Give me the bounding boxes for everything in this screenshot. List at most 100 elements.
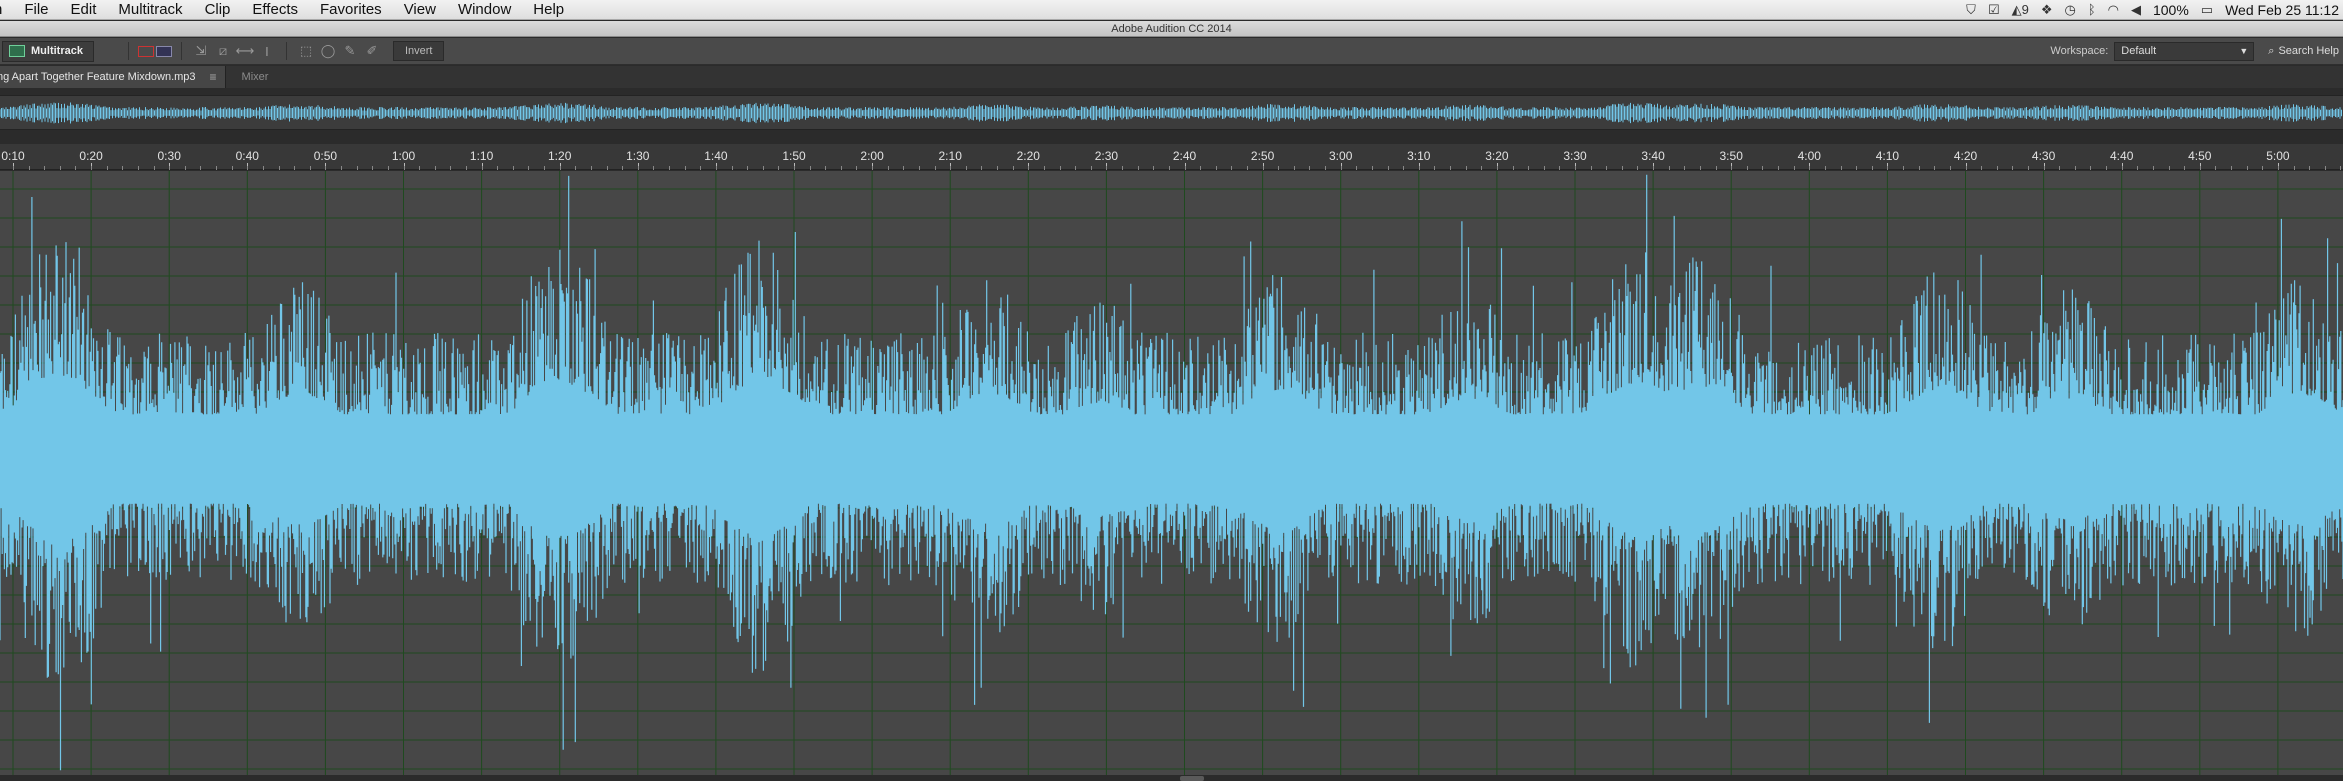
waveform-overview[interactable] <box>0 95 2343 130</box>
ruler-minor-tick <box>2137 166 2139 170</box>
slip-tool[interactable]: ⟷ <box>234 41 256 61</box>
tab-file[interactable]: ng Apart Together Feature Mixdown.mp3 ≡ <box>0 66 226 88</box>
multitrack-button[interactable]: Multitrack <box>2 40 94 62</box>
ruler-minor-tick <box>2309 166 2311 170</box>
ruler-minor-tick <box>1840 166 1842 170</box>
ruler-minor-tick <box>528 166 530 170</box>
ruler-minor-tick <box>1528 166 1530 170</box>
time-label: 2:50 <box>1250 149 1275 163</box>
ruler-minor-tick <box>512 166 514 170</box>
time-label: 2:20 <box>1016 149 1040 163</box>
ruler-minor-tick <box>1934 166 1936 170</box>
time-label: 0:50 <box>313 149 338 163</box>
ruler-minor-tick <box>950 166 952 170</box>
ruler-minor-tick <box>637 166 639 170</box>
time-label: 3:20 <box>1485 149 1509 163</box>
workspace-select[interactable]: Default ▼ <box>2114 41 2255 61</box>
ruler-minor-tick <box>1012 166 1014 170</box>
panel-menu-icon[interactable]: ≡ <box>210 70 217 84</box>
move-tool[interactable]: ⇲ <box>190 41 212 61</box>
tab-mixer[interactable]: Mixer <box>226 66 285 88</box>
toolbar: Multitrack ⇲ ⧄ ⟷ I ⬚ ◯ ✎ ✐ Invert Worksp… <box>0 38 2343 65</box>
check-icon[interactable]: ☑ <box>1988 0 2000 20</box>
ruler-minor-tick <box>1465 166 1467 170</box>
ruler-minor-tick <box>356 166 358 170</box>
ruler-minor-tick <box>622 166 624 170</box>
clock[interactable]: Wed Feb 25 11:12 <box>2225 2 2339 18</box>
menu-app[interactable]: n <box>0 0 13 20</box>
ruler-minor-tick <box>1575 166 1576 170</box>
window-title: Adobe Audition CC 2014 <box>0 21 2343 37</box>
razor-tool[interactable]: ⧄ <box>212 41 234 61</box>
bluetooth-icon[interactable]: ᛒ <box>2088 0 2096 20</box>
time-machine-icon[interactable]: ◷ <box>2064 0 2075 20</box>
time-label: 1:20 <box>548 149 572 163</box>
ruler-minor-tick <box>403 166 405 170</box>
ruler-minor-tick <box>1387 166 1389 170</box>
spectral-view-button[interactable] <box>155 41 173 61</box>
search-icon: ⌕ <box>2268 44 2275 57</box>
battery-icon[interactable]: ▭ <box>2201 0 2213 20</box>
ruler-minor-tick <box>1949 166 1951 170</box>
ruler-minor-tick <box>575 166 577 170</box>
ruler-minor-tick <box>559 166 561 170</box>
resize-handle[interactable] <box>1180 776 1204 781</box>
wifi-icon[interactable]: ◠ <box>2108 0 2119 20</box>
menu-clip[interactable]: Clip <box>194 0 242 20</box>
menu-view[interactable]: View <box>393 0 447 20</box>
ruler-minor-tick <box>137 166 139 170</box>
waveform-display[interactable] <box>0 171 2343 775</box>
time-ruler[interactable]: 0:10 0:20 0:30 0:40 0:50 1:00 1:10 1:20 1:30 1:40… <box>0 144 2343 170</box>
ruler-minor-tick <box>2231 166 2233 170</box>
brush-tool[interactable]: ✎ <box>339 41 361 61</box>
menu-edit[interactable]: Edit <box>60 0 108 20</box>
ruler-minor-tick <box>1122 166 1124 170</box>
ruler-minor-tick <box>2215 166 2217 170</box>
brush-icon: ✎ <box>344 43 356 58</box>
menu-favorites[interactable]: Favorites <box>309 0 393 20</box>
time-label: 3:30 <box>1563 149 1587 163</box>
menu-file[interactable]: File <box>13 0 59 20</box>
time-label: 5:00 <box>2266 149 2290 163</box>
time-label: 4:00 <box>1797 149 1821 163</box>
ruler-minor-tick <box>1403 166 1405 170</box>
menu-window[interactable]: Window <box>447 0 522 20</box>
ruler-minor-tick <box>325 166 327 170</box>
ruler-minor-tick <box>1434 166 1436 170</box>
dropbox-icon[interactable]: ❖ <box>2041 0 2053 20</box>
ruler-minor-tick <box>653 166 655 170</box>
ruler-minor-tick <box>934 166 936 170</box>
lasso-tool[interactable]: ◯ <box>317 41 339 61</box>
time-label: 4:50 <box>2188 149 2212 163</box>
ruler-minor-tick <box>1106 166 1108 170</box>
toolbar-divider <box>180 42 182 60</box>
multitrack-icon <box>9 45 25 57</box>
search-help-label: Search Help <box>2278 45 2339 57</box>
ruler-minor-tick <box>1293 166 1295 170</box>
ruler-minor-tick <box>762 166 764 170</box>
waveform-view-button[interactable] <box>137 41 155 61</box>
lasso-icon: ◯ <box>320 43 336 58</box>
ruler-minor-tick <box>91 166 93 170</box>
marquee-tool[interactable]: ⬚ <box>295 41 317 61</box>
time-label: 3:40 <box>1641 149 1665 163</box>
time-selection-tool[interactable]: I <box>256 41 278 61</box>
ruler-minor-tick <box>606 166 608 170</box>
menu-help[interactable]: Help <box>522 0 575 20</box>
menu-effects[interactable]: Effects <box>241 0 309 20</box>
ruler-minor-tick <box>1090 166 1092 170</box>
spot-healing-tool[interactable]: ✐ <box>361 41 383 61</box>
invert-button[interactable]: Invert <box>392 41 445 61</box>
ruler-minor-tick <box>1762 166 1764 170</box>
waveform-canvas <box>0 171 2343 775</box>
adobe-icon[interactable]: ◭9 <box>2012 0 2029 20</box>
status-area: ⛉ ☑ ◭9 ❖ ◷ ᛒ ◠ ◀ 100% ▭ Wed Feb 25 11:12 <box>1966 0 2343 19</box>
volume-icon[interactable]: ◀ <box>2131 0 2141 20</box>
shield-icon[interactable]: ⛉ <box>1966 0 1976 20</box>
ruler-minor-tick <box>169 166 171 170</box>
ruler-minor-tick <box>1075 166 1077 170</box>
toolbar-divider <box>285 42 287 60</box>
menu-multitrack[interactable]: Multitrack <box>107 0 193 20</box>
search-help[interactable]: ⌕ Search Help <box>2268 45 2339 58</box>
ruler-minor-tick <box>887 166 889 170</box>
